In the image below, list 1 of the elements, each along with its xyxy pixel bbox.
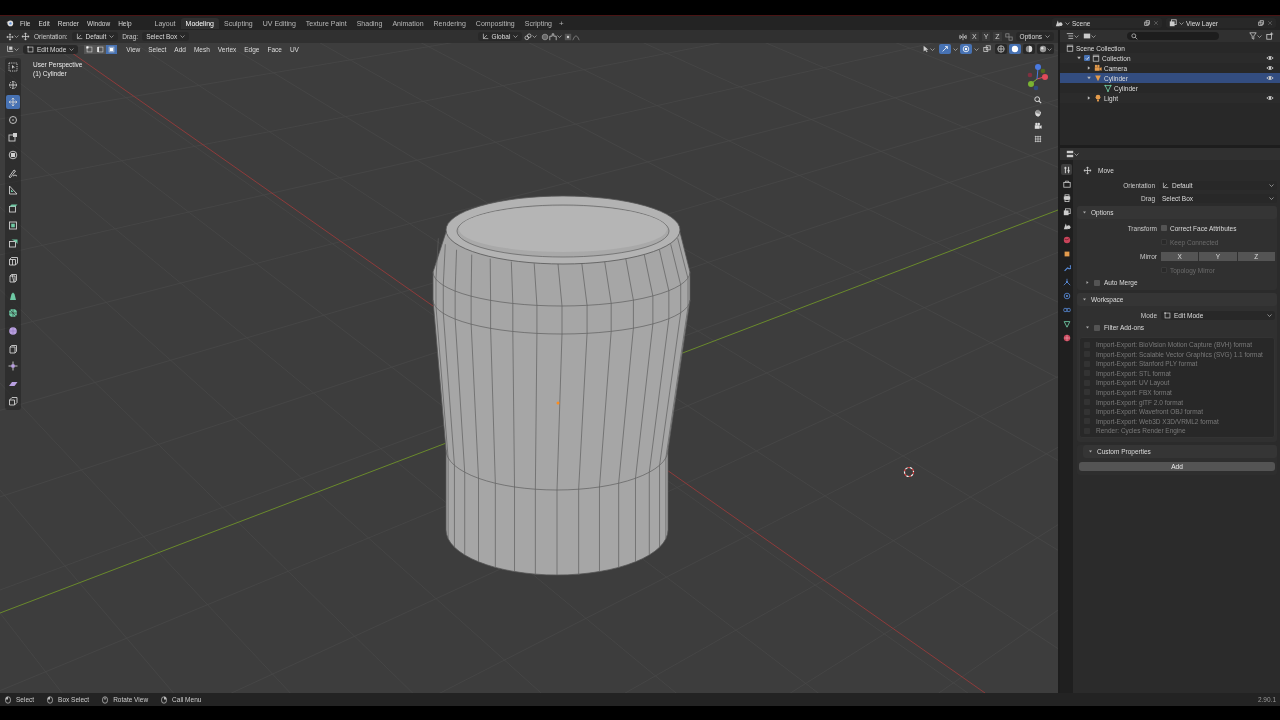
add-workspace-button[interactable]: + xyxy=(557,17,566,29)
